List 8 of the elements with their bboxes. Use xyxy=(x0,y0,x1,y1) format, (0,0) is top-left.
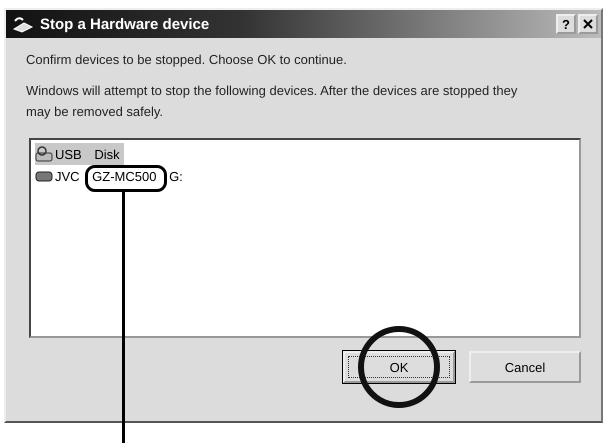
dialog-button[interactable]: OK xyxy=(343,351,455,383)
dialog-button[interactable]: Cancel xyxy=(469,351,581,383)
device-item[interactable]: USB Disk xyxy=(35,143,124,165)
window-title: Stop a Hardware device xyxy=(40,16,210,32)
help-button[interactable]: ? xyxy=(556,14,576,34)
device-item[interactable]: JVC GZ-MC500 G: xyxy=(35,165,187,187)
prompt-text: Confirm devices to be stopped. Choose OK to continue. xyxy=(26,52,348,67)
description-text: Windows will attempt to stop the following devices. After the devices are stopped they may be removed safely. xyxy=(26,82,518,121)
